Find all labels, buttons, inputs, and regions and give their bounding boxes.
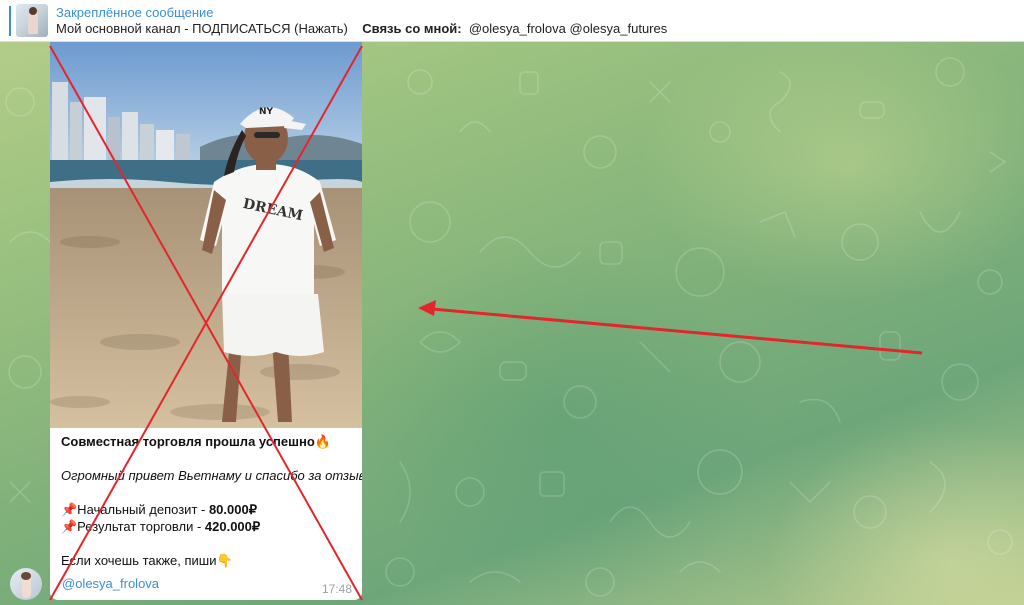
message-photo[interactable]: DREAM NY: [50, 42, 362, 428]
caption-title: Совместная торговля прошла успешно🔥: [61, 434, 331, 449]
caption-deposit: 📌Начальный депозит - 80.000₽: [61, 501, 353, 518]
caption-cta: Если хочешь также, пиши👇: [61, 553, 233, 568]
message-bubble[interactable]: DREAM NY Совместная торговля прошла успе…: [50, 42, 362, 600]
message-timestamp: 17:48: [321, 582, 352, 596]
caption-thanks: Огромный привет Вьетнаму и спасибо за от…: [61, 468, 362, 483]
pinned-contact-handles: @olesya_frolova @olesya_futures: [468, 21, 668, 36]
pinned-message-bar[interactable]: Закреплённое сообщение Мой основной кана…: [0, 0, 1024, 42]
result-label: 📌Результат торговли -: [61, 519, 205, 534]
caption-result: 📌Результат торговли - 420.000₽: [61, 518, 353, 535]
pinned-message-title: Закреплённое сообщение: [56, 5, 214, 20]
pinned-main-text: Мой основной канал - ПОДПИСАТЬСЯ (Нажать…: [56, 21, 348, 36]
pinned-message-text: Мой основной канал - ПОДПИСАТЬСЯ (Нажать…: [56, 21, 667, 36]
pinned-message-thumbnail: [16, 4, 48, 37]
pinned-accent-line: [9, 6, 11, 36]
cap-logo: NY: [259, 107, 274, 117]
pinned-contact-label: Связь со мной:: [362, 21, 462, 36]
message-author-link[interactable]: @olesya_frolova: [62, 576, 159, 591]
deposit-label: 📌Начальный депозит -: [61, 502, 209, 517]
beach-photo-illustration: DREAM NY: [50, 42, 362, 428]
deposit-value: 80.000₽: [208, 502, 257, 517]
sender-avatar[interactable]: [10, 568, 42, 600]
message-caption: Совместная торговля прошла успешно🔥 Огро…: [61, 433, 362, 569]
result-value: 420.000₽: [204, 519, 261, 534]
